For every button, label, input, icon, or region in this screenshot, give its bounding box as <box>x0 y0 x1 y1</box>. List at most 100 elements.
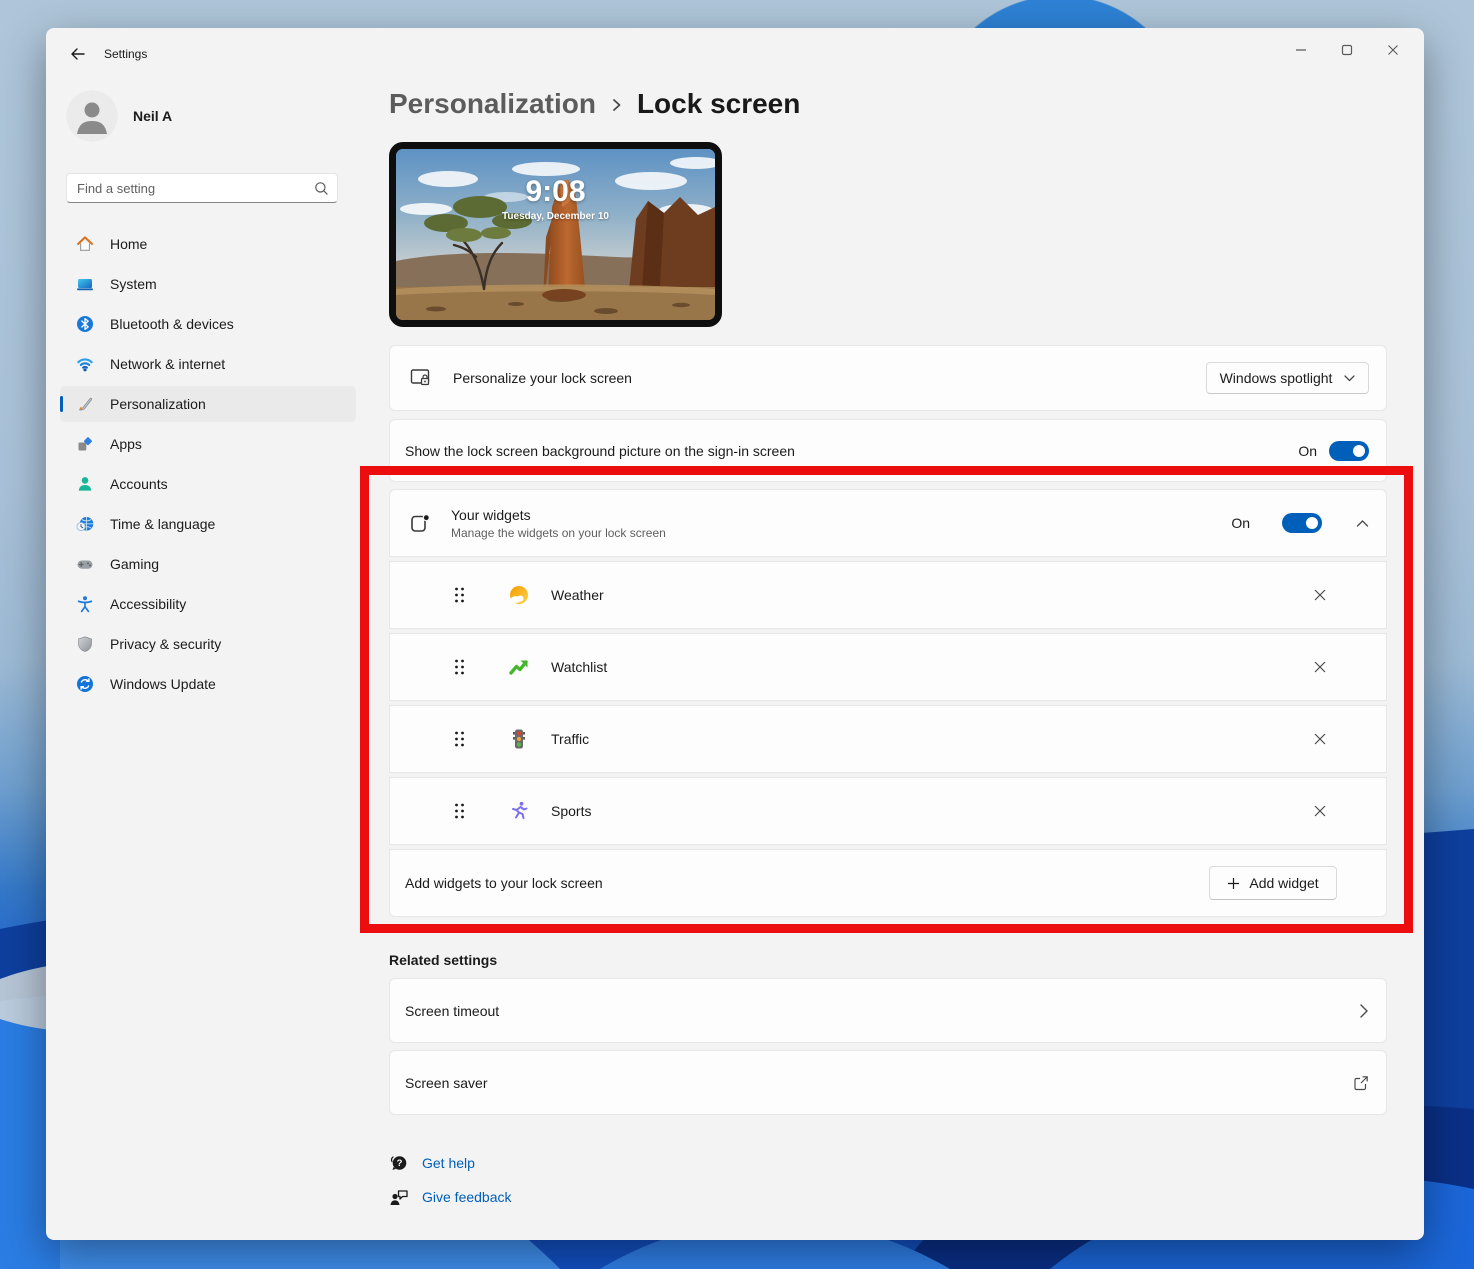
preview-date: Tuesday, December 10 <box>396 211 715 222</box>
back-button[interactable] <box>62 42 94 66</box>
feedback-icon <box>389 1187 409 1207</box>
user-name: Neil A <box>133 108 172 124</box>
sidebar-item-apps[interactable]: Apps <box>60 426 356 462</box>
lock-screen-mode-dropdown[interactable]: Windows spotlight <box>1206 362 1369 394</box>
bluetooth-icon <box>76 315 94 333</box>
help-icon: ? <box>389 1153 409 1173</box>
avatar[interactable] <box>66 90 118 142</box>
sidebar-item-bluetooth-devices[interactable]: Bluetooth & devices <box>60 306 356 342</box>
remove-widget-button[interactable] <box>1310 729 1330 749</box>
drag-handle-icon[interactable] <box>454 802 472 820</box>
home-icon <box>76 235 94 253</box>
accessibility-icon <box>76 595 94 613</box>
remove-widget-button[interactable] <box>1310 585 1330 605</box>
widget-name: Traffic <box>551 731 589 747</box>
sidebar-item-network-internet[interactable]: Network & internet <box>60 346 356 382</box>
sidebar-item-accessibility[interactable]: Accessibility <box>60 586 356 622</box>
breadcrumb-parent[interactable]: Personalization <box>389 88 596 120</box>
give-feedback-link[interactable]: Give feedback <box>389 1186 1387 1208</box>
widget-row-sports: Sports <box>389 777 1387 845</box>
widget-name: Sports <box>551 803 591 819</box>
settings-window: Settings Neil A Home System <box>46 28 1424 1240</box>
personalize-lock-screen-card: Personalize your lock screen Windows spo… <box>389 345 1387 411</box>
add-widget-button[interactable]: Add widget <box>1209 866 1337 900</box>
dropdown-value: Windows spotlight <box>1220 370 1333 386</box>
drag-handle-icon[interactable] <box>454 658 472 676</box>
sidebar-item-gaming[interactable]: Gaming <box>60 546 356 582</box>
window-title: Settings <box>104 47 147 61</box>
widget-row-traffic: Traffic <box>389 705 1387 773</box>
person-icon <box>76 475 94 493</box>
update-icon <box>76 675 94 693</box>
chevron-down-icon <box>1344 375 1355 382</box>
add-widgets-row: Add widgets to your lock screen Add widg… <box>389 849 1387 917</box>
signin-toggle[interactable] <box>1329 441 1369 461</box>
get-help-link[interactable]: ? Get help <box>389 1152 1387 1174</box>
page-title: Lock screen <box>637 88 800 120</box>
sidebar-item-time-language[interactable]: Time & language <box>60 506 356 542</box>
shield-icon <box>76 635 94 653</box>
traffic-icon <box>508 728 530 750</box>
widgets-toggle-state: On <box>1231 515 1250 531</box>
sidebar-item-accounts[interactable]: Accounts <box>60 466 356 502</box>
sidebar-item-personalization[interactable]: Personalization <box>60 386 356 422</box>
sidebar-nav: Home System Bluetooth & devices Network … <box>60 226 356 706</box>
chevron-up-icon <box>1356 519 1369 528</box>
widgets-title: Your widgets <box>451 507 666 523</box>
arrow-left-icon <box>69 45 87 63</box>
widget-name: Weather <box>551 587 604 603</box>
close-icon <box>1313 732 1327 746</box>
sports-icon <box>508 800 530 822</box>
related-settings-header: Related settings <box>389 952 1387 968</box>
chevron-right-icon <box>610 95 623 113</box>
add-widgets-label: Add widgets to your lock screen <box>405 875 603 891</box>
weather-icon <box>508 584 530 606</box>
close-icon <box>1313 660 1327 674</box>
signin-label: Show the lock screen background picture … <box>405 443 795 459</box>
widget-row-weather: Weather <box>389 561 1387 629</box>
gamepad-icon <box>76 555 94 573</box>
paintbrush-icon <box>76 395 94 413</box>
screen-timeout-card[interactable]: Screen timeout <box>389 978 1387 1043</box>
personalize-label: Personalize your lock screen <box>453 370 632 386</box>
lock-screen-icon <box>409 367 433 389</box>
close-icon <box>1313 804 1327 818</box>
apps-icon <box>76 435 94 453</box>
wifi-icon <box>76 355 94 373</box>
preview-time: 9:08 <box>396 175 715 209</box>
footer-links: ? Get help Give feedback <box>389 1152 1387 1208</box>
search-box[interactable] <box>66 173 338 203</box>
external-link-icon <box>1353 1075 1369 1091</box>
remove-widget-button[interactable] <box>1310 657 1330 677</box>
user-icon <box>66 90 118 142</box>
widgets-toggle[interactable] <box>1282 513 1322 533</box>
widgets-icon <box>409 512 431 534</box>
plus-icon <box>1227 877 1240 890</box>
globe-clock-icon <box>76 515 94 533</box>
signin-toggle-state: On <box>1298 443 1317 459</box>
chevron-right-icon <box>1359 1003 1369 1019</box>
screen-saver-card[interactable]: Screen saver <box>389 1050 1387 1115</box>
watchlist-icon <box>508 656 530 678</box>
breadcrumb: Personalization Lock screen <box>389 86 1387 122</box>
main-content: Personalization Lock screen <box>389 28 1387 1208</box>
lock-screen-preview: 9:08 Tuesday, December 10 <box>389 142 722 327</box>
widget-row-watchlist: Watchlist <box>389 633 1387 701</box>
close-icon <box>1387 44 1399 56</box>
widget-name: Watchlist <box>551 659 607 675</box>
widgets-subtitle: Manage the widgets on your lock screen <box>451 526 666 540</box>
remove-widget-button[interactable] <box>1310 801 1330 821</box>
sidebar-item-privacy-security[interactable]: Privacy & security <box>60 626 356 662</box>
search-input[interactable] <box>77 181 314 196</box>
sidebar-item-home[interactable]: Home <box>60 226 356 262</box>
drag-handle-icon[interactable] <box>454 586 472 604</box>
sidebar-item-system[interactable]: System <box>60 266 356 302</box>
your-widgets-header[interactable]: Your widgets Manage the widgets on your … <box>389 489 1387 557</box>
search-icon <box>314 181 329 196</box>
close-icon <box>1313 588 1327 602</box>
collapse-button[interactable] <box>1356 519 1369 528</box>
signin-background-card: Show the lock screen background picture … <box>389 419 1387 482</box>
drag-handle-icon[interactable] <box>454 730 472 748</box>
sidebar-item-windows-update[interactable]: Windows Update <box>60 666 356 702</box>
system-icon <box>76 275 94 293</box>
